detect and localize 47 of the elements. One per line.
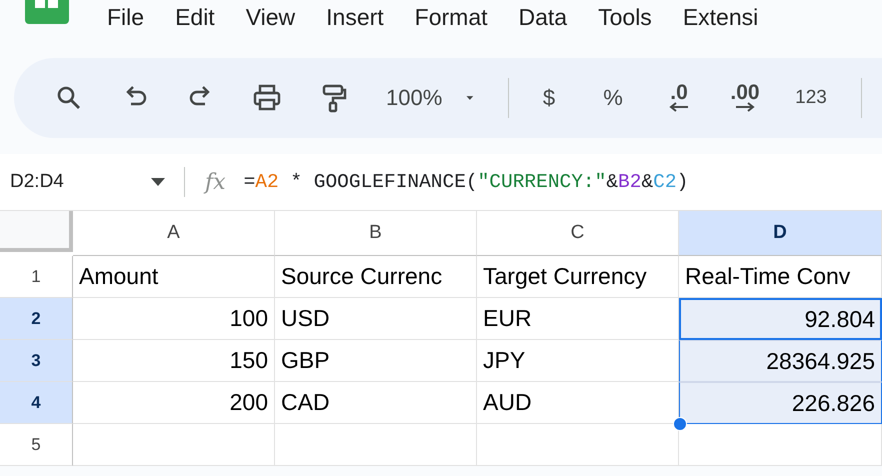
table-cell[interactable]: [73, 424, 275, 466]
spreadsheet-logo-icon[interactable]: [25, 0, 69, 24]
table-cell[interactable]: USD: [275, 298, 477, 340]
increase-decimal-button[interactable]: .00: [723, 78, 767, 118]
menu-item[interactable]: Extensi: [682, 0, 758, 31]
table-cell[interactable]: Source Currenc: [275, 256, 477, 298]
menu-item[interactable]: Data: [518, 0, 568, 31]
row-header[interactable]: 5: [0, 424, 73, 466]
name-box[interactable]: D2:D4: [0, 171, 150, 193]
table-cell[interactable]: GBP: [275, 340, 477, 382]
number-format-button[interactable]: 123: [789, 78, 833, 118]
zoom-dropdown[interactable]: 100%: [386, 78, 442, 118]
fill-handle[interactable]: [673, 417, 687, 431]
table-cell[interactable]: 92.804: [679, 298, 882, 340]
function-label: fx: [205, 170, 226, 194]
table-cell[interactable]: [275, 424, 477, 466]
caret-icon[interactable]: [150, 177, 166, 187]
table-cell[interactable]: 150: [73, 340, 275, 382]
table-cell[interactable]: Target Currency: [477, 256, 679, 298]
table-cell[interactable]: 226.826: [679, 382, 882, 424]
column-header[interactable]: B: [275, 211, 477, 256]
menu-item[interactable]: Insert: [326, 0, 384, 31]
menu-item[interactable]: Format: [414, 0, 488, 31]
print-icon: [252, 83, 282, 113]
row-header[interactable]: 1: [0, 256, 73, 298]
menu-item[interactable]: File: [107, 0, 144, 31]
column-header[interactable]: C: [477, 211, 679, 256]
caret-icon[interactable]: [466, 93, 474, 103]
table-cell[interactable]: 200: [73, 382, 275, 424]
left-arrow-icon: [668, 102, 690, 112]
table-cell[interactable]: 28364.925: [679, 340, 882, 382]
formula-input[interactable]: =A2 * GOOGLEFINANCE("CURRENCY:"&B2&C2): [244, 171, 688, 193]
table-cell[interactable]: CAD: [275, 382, 477, 424]
row-header[interactable]: 2: [0, 298, 73, 340]
menu-item[interactable]: Edit: [175, 0, 215, 31]
decrease-decimal-button[interactable]: .0: [657, 78, 701, 118]
percent-button[interactable]: %: [593, 78, 633, 118]
column-header[interactable]: D: [679, 211, 882, 256]
currency-button[interactable]: $: [529, 78, 569, 118]
table-cell[interactable]: 100: [73, 298, 275, 340]
column-header[interactable]: A: [73, 211, 275, 256]
menu-item[interactable]: View: [246, 0, 296, 31]
table-cell[interactable]: Amount: [73, 256, 275, 298]
row-header[interactable]: 3: [0, 340, 73, 382]
menu-item[interactable]: Tools: [598, 0, 652, 31]
row-header[interactable]: 4: [0, 382, 73, 424]
right-arrow-icon: [734, 102, 756, 112]
